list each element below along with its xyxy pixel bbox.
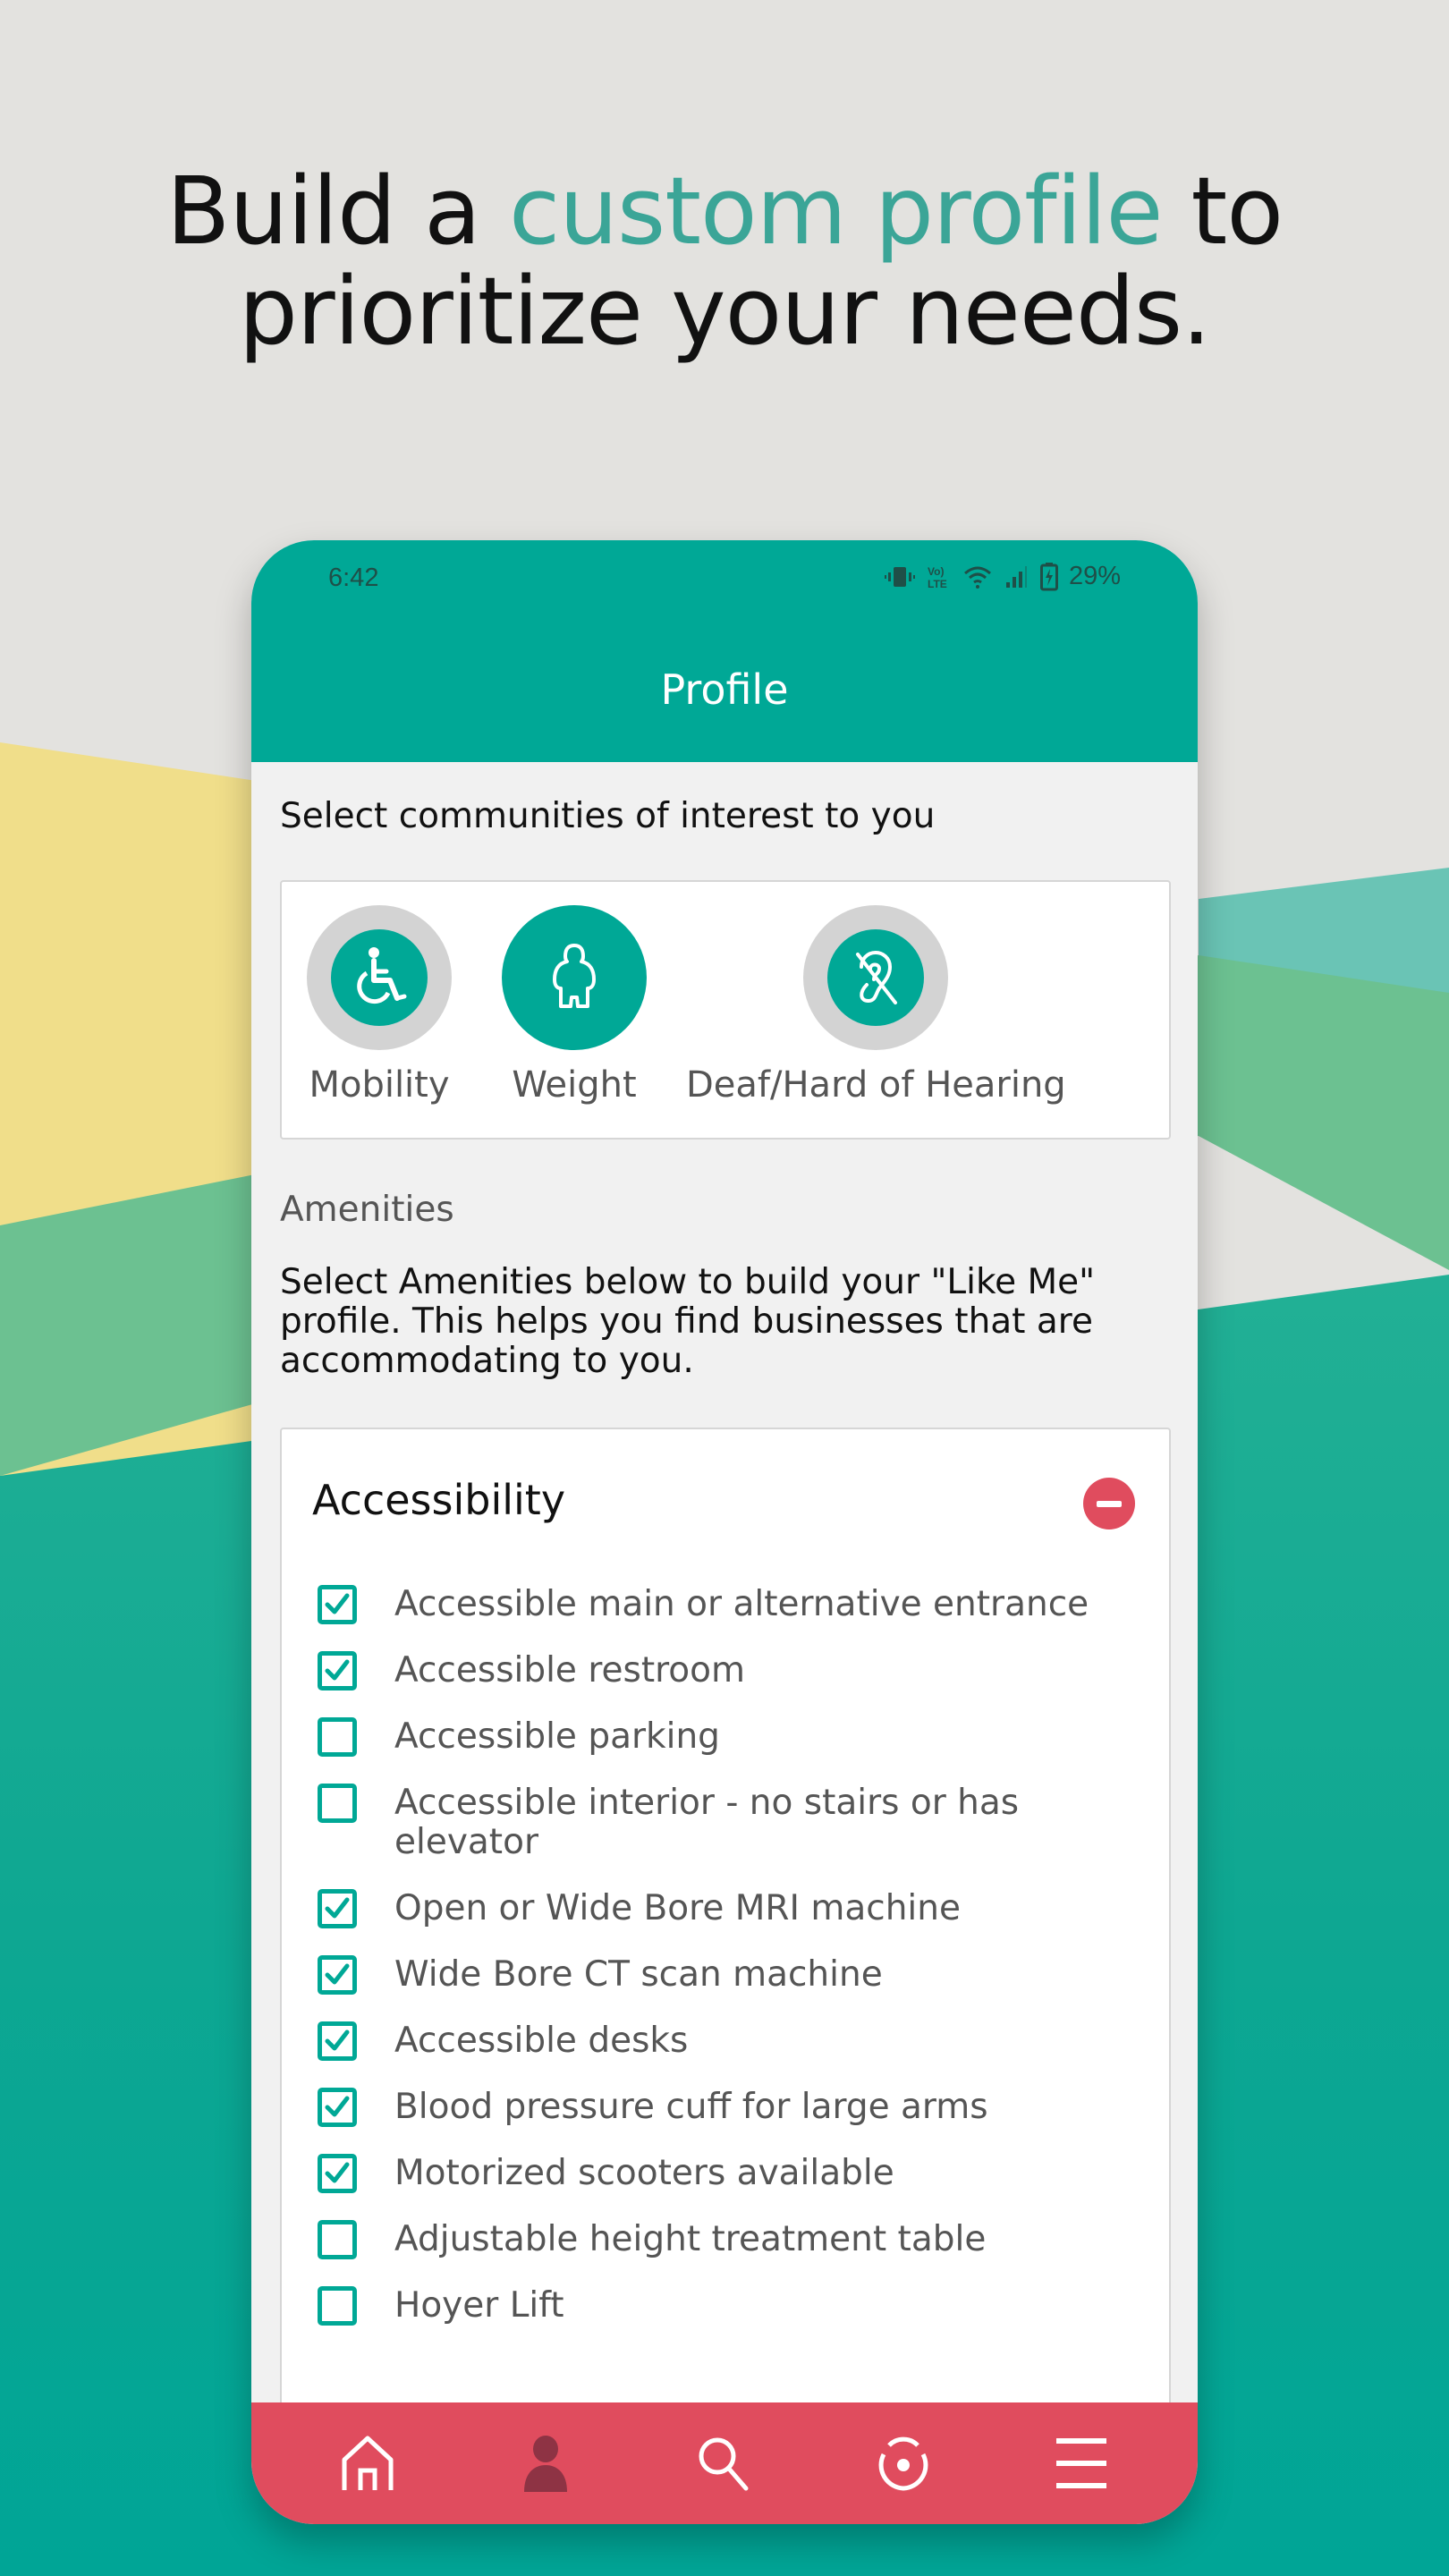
headline: Build a custom profile to prioritize you… [0,161,1449,361]
community-partial[interactable]: B [1155,905,1169,1106]
checkmark-icon [325,2162,350,2183]
volte-icon: Vo)LTE [928,565,947,590]
amenity-label: Accessible main or alternative entrance [394,1584,1089,1624]
home-icon [342,2436,394,2490]
bottom-nav [251,2402,1198,2524]
amenity-item[interactable]: Blood pressure cuff for large arms [318,2088,1158,2127]
community-deaf-hard-of-hearing[interactable]: Deaf/Hard of Hearing [686,905,1066,1106]
amenity-label: Motorized scooters available [394,2153,894,2193]
checkmark-icon [325,1659,350,1681]
amenity-item[interactable]: Open or Wide Bore MRI machine [318,1889,1158,1928]
checkbox-checked[interactable] [318,1585,357,1624]
page-title: Profile [660,665,789,714]
checkbox-checked[interactable] [318,1955,357,1995]
checkmark-icon [325,2029,350,2051]
collapse-button[interactable] [1083,1478,1135,1530]
amenity-item[interactable]: Wide Bore CT scan machine [318,1955,1158,1995]
minus-icon [1097,1500,1122,1507]
checkbox-checked[interactable] [318,1651,357,1690]
community-label: Weight [512,1064,637,1106]
communities-carousel[interactable]: Mobility Weight Deaf/Hard of Hearing B [280,880,1171,1140]
amenity-item[interactable]: Motorized scooters available [318,2154,1158,2193]
amenity-item[interactable]: Accessible restroom [318,1651,1158,1690]
checkmark-icon [325,2096,350,2117]
nav-search[interactable] [689,2428,760,2499]
headline-suffix: to [1162,157,1284,266]
person-weight-icon [553,944,596,1008]
amenity-item[interactable]: Adjustable height treatment table [318,2220,1158,2259]
amenity-label: Blood pressure cuff for large arms [394,2087,988,2127]
deaf-icon [856,950,898,1004]
checkbox-checked[interactable] [318,1889,357,1928]
headline-line2: prioritize your needs. [238,257,1211,366]
community-label: Deaf/Hard of Hearing [686,1064,1066,1106]
amenity-label: Wide Bore CT scan machine [394,1954,883,1995]
amenity-list: Accessible main or alternative entrance A… [318,1585,1158,2352]
community-weight[interactable]: Weight [502,905,647,1106]
checkbox-unchecked[interactable] [318,1717,357,1757]
checkmark-icon [325,1593,350,1614]
amenity-item[interactable]: Accessible main or alternative entrance [318,1585,1158,1624]
amenity-label: Open or Wide Bore MRI machine [394,1888,961,1928]
nav-home[interactable] [332,2428,403,2499]
signal-icon [1005,565,1027,588]
nav-profile[interactable] [510,2428,581,2499]
vibrate-icon [884,566,915,587]
amenity-label: Accessible parking [394,1716,720,1757]
amenity-label: Accessible restroom [394,1650,745,1690]
phone-screen: 6:42 Vo) LTE 29% Profile Select communiti… [251,540,1198,2524]
nav-menu[interactable] [1046,2428,1117,2499]
app-bar: 6:42 Vo) LTE 29% Profile [251,540,1198,762]
checkmark-icon [325,1963,350,1985]
battery-percent: 29% [1068,562,1121,590]
accessibility-section: Accessibility Accessible main or alterna… [280,1428,1171,2504]
community-mobility[interactable]: Mobility [307,905,452,1106]
wheelchair-icon [357,947,407,1004]
amenity-label: Hoyer Lift [394,2285,564,2326]
search-icon [699,2437,749,2491]
headline-prefix: Build a [166,157,509,266]
status-icons: Vo) LTE 29% [884,562,1121,591]
checkbox-checked[interactable] [318,2021,357,2061]
amenity-label: Adjustable height treatment table [394,2219,987,2259]
checkmark-icon [325,1897,350,1919]
svg-text:LTE: LTE [928,578,947,590]
status-time: 6:42 [328,564,379,592]
headline-accent: custom profile [508,157,1164,266]
amenity-item[interactable]: Accessible interior - no stairs or has e… [318,1784,1158,1862]
checkbox-checked[interactable] [318,2088,357,2127]
svg-text:Vo): Vo) [928,565,944,578]
checkbox-unchecked[interactable] [318,2220,357,2259]
amenity-label: Accessible interior - no stairs or has e… [394,1783,1020,1862]
location-target-icon [878,2436,928,2491]
amenity-item[interactable]: Accessible desks [318,2021,1158,2061]
amenity-label: Accessible desks [394,2021,689,2061]
amenity-item[interactable]: Accessible parking [318,1717,1158,1757]
nav-location[interactable] [868,2428,939,2499]
checkbox-unchecked[interactable] [318,2286,357,2326]
community-label: Mobility [309,1064,450,1106]
hamburger-menu-icon [1056,2438,1107,2488]
communities-label: Select communities of interest to you [280,796,936,836]
battery-charging-icon [1039,562,1058,590]
wifi-icon [963,566,991,589]
person-icon [524,2436,568,2492]
checkbox-unchecked[interactable] [318,1784,357,1823]
amenity-item[interactable]: Hoyer Lift [318,2286,1158,2326]
amenities-label: Amenities [280,1190,454,1230]
checkbox-checked[interactable] [318,2154,357,2193]
amenities-description: Select Amenities below to build your "Li… [280,1262,1096,1381]
section-title: Accessibility [312,1476,566,1524]
